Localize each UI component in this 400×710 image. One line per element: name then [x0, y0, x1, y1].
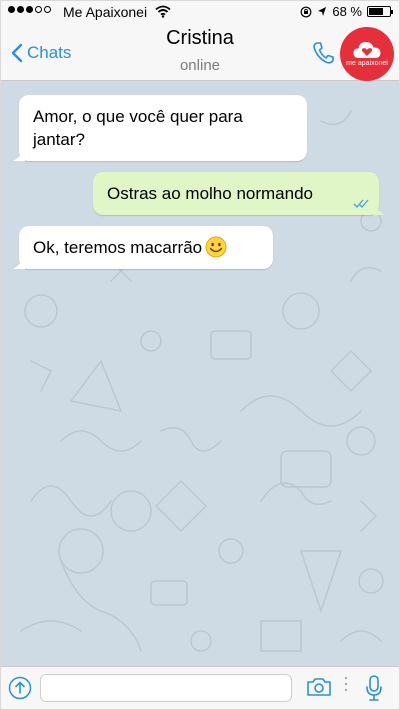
message-text: Amor, o que você quer para jantar? — [33, 107, 243, 149]
message-bubble-outgoing[interactable]: Ostras ao molho normando — [93, 172, 385, 215]
signal-icon — [8, 6, 51, 13]
contact-name[interactable]: Cristina — [1, 27, 399, 50]
battery-percent: 68 % — [332, 4, 362, 19]
attach-icon[interactable] — [8, 676, 32, 700]
microphone-icon[interactable] — [365, 675, 383, 701]
avatar-text: me apaixonei — [346, 60, 388, 67]
chat-screen: Me Apaixonei 68 % Chats Cristina online … — [0, 0, 400, 710]
carrier-label: Me Apaixonei — [63, 4, 148, 20]
contact-status: online — [179, 57, 221, 74]
chat-header: Chats Cristina online me apaixonei — [1, 23, 399, 81]
message-bubble-incoming[interactable]: Ok, teremos macarrão — [13, 226, 273, 269]
message-input[interactable] — [40, 674, 292, 702]
cloud-heart-icon — [353, 42, 381, 58]
composer-bar — [1, 666, 399, 709]
doodle-wallpaper — [20, 110, 384, 652]
lock-rotation-icon — [300, 6, 312, 17]
camera-icon[interactable] — [306, 677, 332, 697]
message-text: Ok, teremos macarrão — [33, 238, 203, 257]
divider-dots — [345, 677, 347, 691]
status-bar: Me Apaixonei 68 % — [1, 1, 399, 23]
battery-icon — [367, 6, 393, 17]
avatar[interactable]: me apaixonei — [340, 27, 394, 81]
location-icon — [318, 7, 327, 16]
message-text: Ostras ao molho normando — [107, 184, 313, 203]
smiling-face-icon — [205, 236, 227, 258]
double-check-icon — [353, 199, 369, 208]
phone-icon[interactable] — [312, 41, 334, 65]
wifi-icon — [155, 5, 171, 18]
message-list[interactable]: Amor, o que você quer para jantar? Ostra… — [1, 81, 399, 668]
message-bubble-incoming[interactable]: Amor, o que você quer para jantar? — [13, 95, 307, 161]
